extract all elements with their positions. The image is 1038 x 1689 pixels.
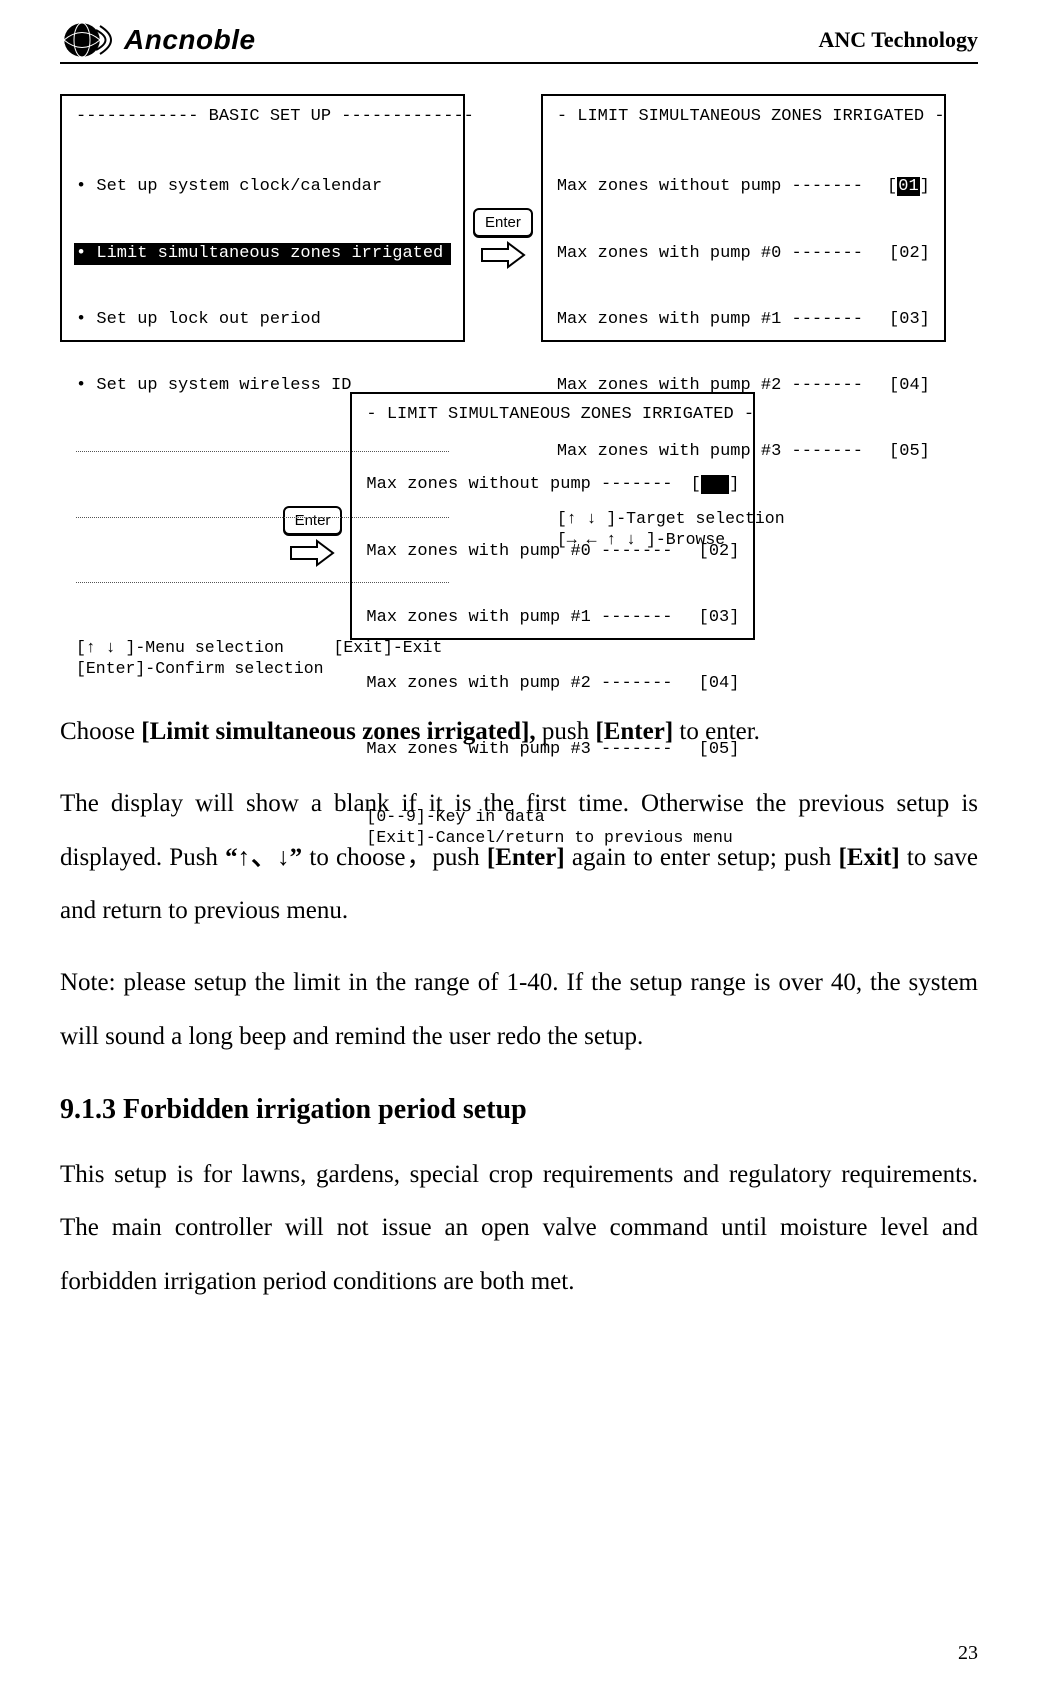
screens-row-1: ------------ BASIC SET UP ------------- … (60, 94, 978, 342)
limit-row: Max zones with pump #1 -------[03] (366, 607, 739, 629)
limit-row: Max zones with pump #0 -------[02] (366, 541, 739, 563)
globe-icon (60, 20, 116, 60)
paragraph: Note: please setup the limit in the rang… (60, 956, 978, 1064)
screen-limits-1: - LIMIT SIMULTANEOUS ZONES IRRIGATED - M… (541, 94, 946, 342)
page-number: 23 (958, 1642, 978, 1665)
screen-title: ------------ BASIC SET UP ------------- (76, 106, 449, 128)
logo: Ancnoble (60, 20, 256, 60)
arrow-enter-1: Enter (473, 208, 533, 269)
limit-row: Max zones without pump -------[ ] (366, 474, 739, 496)
limit-row: Max zones with pump #0 -------[02] (557, 243, 930, 265)
screen-title: - LIMIT SIMULTANEOUS ZONES IRRIGATED - (557, 106, 930, 128)
arrow-right-icon (480, 241, 526, 269)
section-heading: 9.1.3 Forbidden irrigation period setup (60, 1094, 978, 1126)
limit-row: Max zones with pump #2 -------[04] (366, 673, 739, 695)
limit-row: Max zones without pump -------[01] (557, 176, 930, 198)
company-name: ANC Technology (818, 27, 978, 53)
page-header: Ancnoble ANC Technology (60, 20, 978, 64)
menu-item-selected: • Limit simultaneous zones irrigated (74, 243, 451, 265)
limit-row: Max zones with pump #1 -------[03] (557, 309, 930, 331)
enter-key-icon: Enter (473, 208, 533, 237)
screen-title: - LIMIT SIMULTANEOUS ZONES IRRIGATED - (366, 404, 739, 426)
screen-body: Max zones without pump -------[ ] Max zo… (366, 430, 739, 806)
menu-item: • Set up lock out period (76, 309, 449, 331)
screen-hint: [Exit]-Cancel/return to previous menu (366, 827, 739, 848)
menu-item: • Set up system clock/calendar (76, 176, 449, 198)
screen-hint: [0--9]-Key in data (366, 806, 739, 827)
paragraph: This setup is for lawns, gardens, specia… (60, 1148, 978, 1309)
screen-basic-setup: ------------ BASIC SET UP ------------- … (60, 94, 465, 342)
logo-text: Ancnoble (124, 24, 256, 56)
screen-limits-2: - LIMIT SIMULTANEOUS ZONES IRRIGATED - M… (350, 392, 755, 640)
limit-row: Max zones with pump #3 -------[05] (366, 739, 739, 761)
